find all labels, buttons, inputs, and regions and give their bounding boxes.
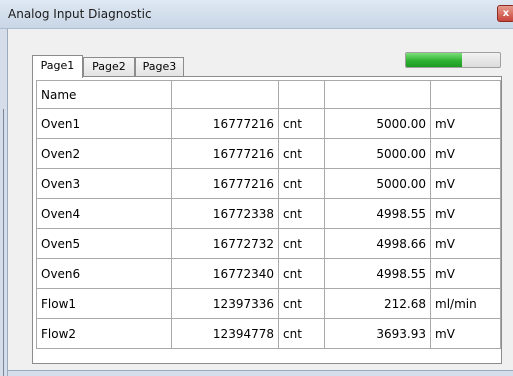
table-row: Flow2 12394778 cnt 3693.93 mV — [36, 318, 501, 349]
cell-count: 16777216 — [171, 138, 279, 169]
window-frame-bottom — [8, 370, 513, 376]
cell-name: Oven2 — [36, 138, 172, 169]
cell-unit: mV — [430, 318, 501, 349]
cell-count: 16772732 — [171, 228, 279, 259]
cell-unit: mV — [430, 168, 501, 199]
column-header-name: Name — [36, 80, 172, 109]
cell-count: 16772338 — [171, 198, 279, 229]
progress-bar — [405, 52, 501, 68]
close-icon: x — [502, 8, 510, 19]
window-title: Analog Input Diagnostic — [8, 7, 152, 21]
tab-page2[interactable]: Page2 — [83, 57, 135, 76]
cell-name: Oven3 — [36, 168, 172, 199]
progress-bar-fill — [406, 53, 462, 67]
tab-page1[interactable]: Page1 — [32, 55, 83, 78]
cell-value: 212.68 — [324, 288, 431, 319]
analog-input-table: Name Oven1 16777216 cnt 5000.00 mV Oven2… — [36, 80, 501, 349]
cell-unit: mV — [430, 138, 501, 169]
close-button[interactable]: x — [497, 5, 513, 22]
cell-count-unit: cnt — [278, 318, 325, 349]
title-bar: Analog Input Diagnostic x — [0, 0, 513, 29]
cell-count-unit: cnt — [278, 258, 325, 289]
cell-count: 16772340 — [171, 258, 279, 289]
window-frame-left — [0, 29, 8, 376]
cell-count: 16777216 — [171, 168, 279, 199]
column-header-count — [171, 80, 279, 109]
cell-count-unit: cnt — [278, 288, 325, 319]
cell-count-unit: cnt — [278, 108, 325, 139]
cell-name: Oven6 — [36, 258, 172, 289]
cell-count-unit: cnt — [278, 228, 325, 259]
cell-unit: mV — [430, 108, 501, 139]
cell-count: 16777216 — [171, 108, 279, 139]
table-row: Oven1 16777216 cnt 5000.00 mV — [36, 108, 501, 139]
table-row: Oven2 16777216 cnt 5000.00 mV — [36, 138, 501, 169]
cell-count: 12394778 — [171, 318, 279, 349]
cell-unit: ml/min — [430, 288, 501, 319]
cell-value: 4998.55 — [324, 198, 431, 229]
cell-name: Flow1 — [36, 288, 172, 319]
cell-count: 12397336 — [171, 288, 279, 319]
cell-value: 5000.00 — [324, 108, 431, 139]
cell-name: Oven1 — [36, 108, 172, 139]
cell-name: Oven4 — [36, 198, 172, 229]
cell-value: 5000.00 — [324, 138, 431, 169]
cell-name: Flow2 — [36, 318, 172, 349]
table-row: Oven5 16772732 cnt 4998.66 mV — [36, 228, 501, 259]
cell-count-unit: cnt — [278, 138, 325, 169]
cell-unit: mV — [430, 228, 501, 259]
tab-page3[interactable]: Page3 — [135, 57, 184, 76]
cell-value: 3693.93 — [324, 318, 431, 349]
cell-unit: mV — [430, 198, 501, 229]
cell-count-unit: cnt — [278, 168, 325, 199]
cell-name: Oven5 — [36, 228, 172, 259]
column-header-unit — [430, 80, 501, 109]
table-row: Oven6 16772340 cnt 4998.55 mV — [36, 258, 501, 289]
column-header-value — [324, 80, 431, 109]
cell-value: 5000.00 — [324, 168, 431, 199]
column-header-count-unit — [278, 80, 325, 109]
cell-value: 4998.66 — [324, 228, 431, 259]
cell-value: 4998.55 — [324, 258, 431, 289]
cell-count-unit: cnt — [278, 198, 325, 229]
table-header-row: Name — [36, 80, 501, 109]
table-row: Flow1 12397336 cnt 212.68 ml/min — [36, 288, 501, 319]
table-row: Oven3 16777216 cnt 5000.00 mV — [36, 168, 501, 199]
table-row: Oven4 16772338 cnt 4998.55 mV — [36, 198, 501, 229]
cell-unit: mV — [430, 258, 501, 289]
